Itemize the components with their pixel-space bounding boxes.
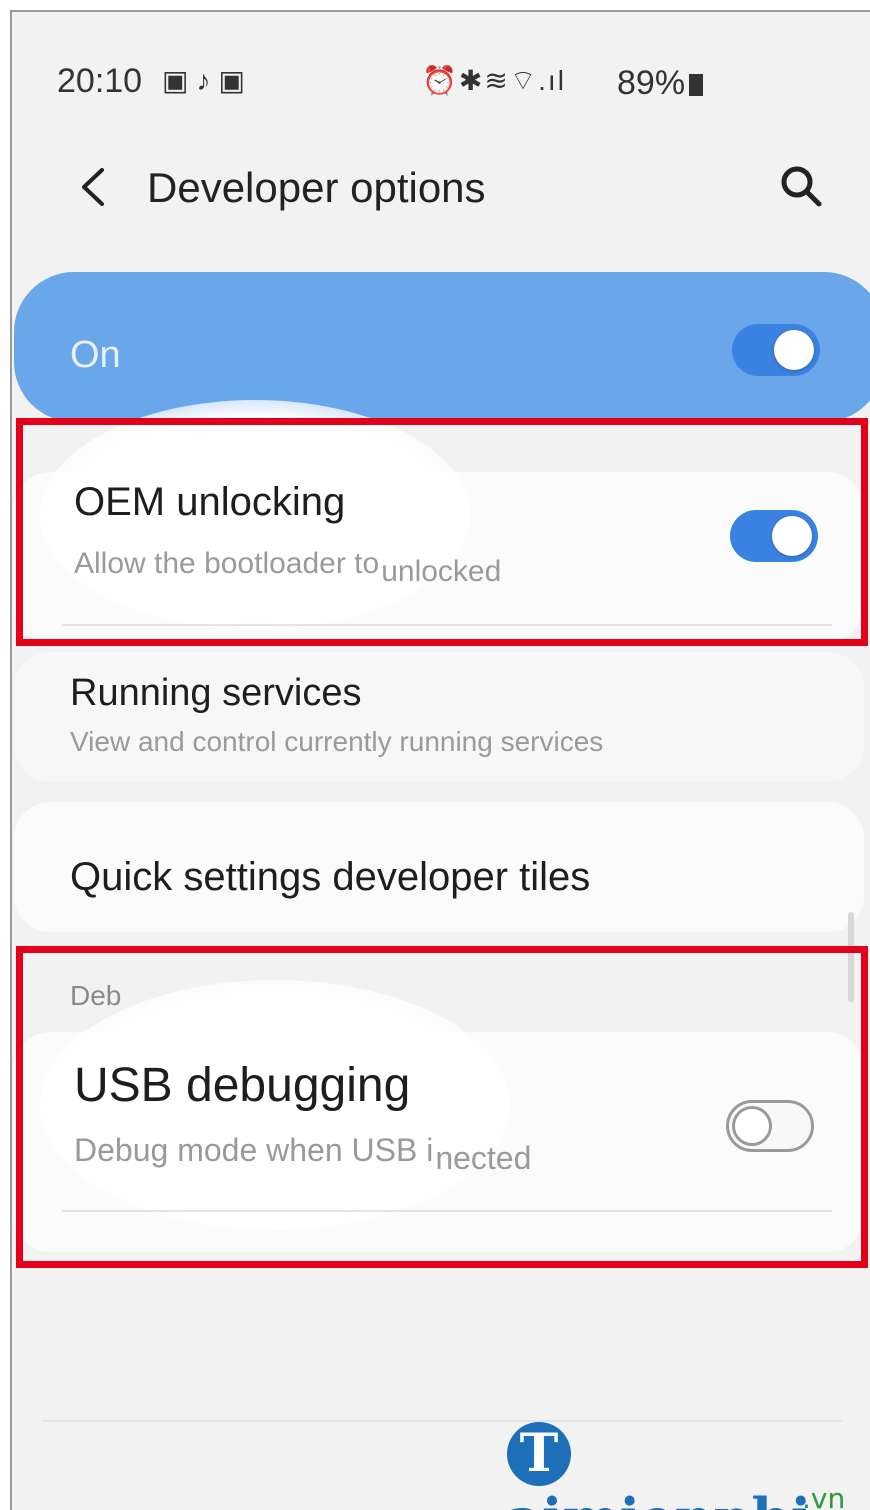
running-services-subtitle: View and control currently running servi… — [70, 726, 604, 757]
back-icon[interactable] — [72, 162, 112, 212]
logo-text: aimienphi — [507, 1486, 811, 1510]
battery-indicator: 89% — [617, 64, 704, 103]
battery-icon — [689, 74, 704, 97]
cast-icon: ▣ — [218, 65, 253, 96]
logo-mark: T — [507, 1422, 571, 1486]
status-time: 20:10 — [57, 62, 143, 100]
toggle-knob — [774, 330, 814, 370]
alarm-icon: ⏰ — [422, 65, 459, 96]
oem-highlight-box — [16, 418, 868, 646]
running-services-title: Running services — [70, 672, 362, 714]
wifi-icon: ⌔ — [509, 65, 539, 96]
usb-highlight-box — [16, 946, 868, 1268]
nfc-icon: ≋ — [484, 65, 510, 96]
music-icon: ♪ — [196, 65, 219, 96]
status-right-icons: ⏰✱≋⌔.ıl — [422, 64, 566, 99]
page-title: Developer options — [147, 164, 486, 211]
battery-level: 89% — [617, 64, 686, 102]
gallery-icon: ▣ — [162, 65, 197, 96]
status-left-icons: ▣♪▣ — [162, 64, 253, 97]
quick-settings-title: Quick settings developer tiles — [70, 855, 591, 899]
search-icon[interactable] — [777, 162, 825, 210]
signal-icon: .ıl — [538, 65, 566, 96]
master-toggle[interactable] — [732, 324, 820, 376]
bluetooth-icon: ✱ — [458, 65, 485, 96]
master-switch-label: On — [70, 334, 121, 376]
phone-screen: 20:10 ▣♪▣ ⏰✱≋⌔.ıl 89% Developer options … — [10, 10, 870, 1510]
logo-suffix: .vn — [802, 1482, 846, 1510]
